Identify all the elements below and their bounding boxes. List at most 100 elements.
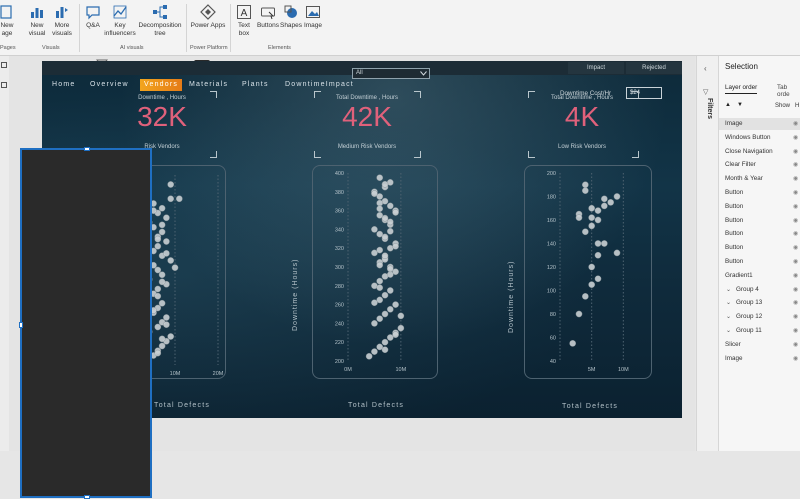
scatter-point[interactable] <box>154 266 162 274</box>
new-page-button[interactable]: New age <box>0 4 14 38</box>
layer-item[interactable]: Button ◉ <box>719 256 800 268</box>
scatter-point[interactable] <box>154 323 162 331</box>
scatter-point[interactable] <box>386 287 394 294</box>
scatter-point[interactable] <box>365 352 373 360</box>
visibility-eye-icon[interactable]: ◉ <box>793 258 798 265</box>
visibility-eye-icon[interactable]: ◉ <box>793 161 798 168</box>
collapse-arrow-icon[interactable]: ‹ <box>704 64 707 73</box>
layer-item[interactable]: Group 13 ⌄ ◉ <box>719 297 800 309</box>
nav-downtime-impact[interactable]: DowntimeImpact <box>285 79 354 91</box>
scatter-point[interactable] <box>167 333 175 340</box>
resize-handle[interactable] <box>84 147 90 151</box>
new-visual-button[interactable]: New visual <box>26 4 48 38</box>
layer-item[interactable]: Image ◉ <box>719 353 800 365</box>
scatter-point[interactable] <box>158 271 166 279</box>
scatter-point[interactable] <box>158 299 166 307</box>
scatter-point[interactable] <box>392 209 399 216</box>
scatter-point[interactable] <box>386 227 394 235</box>
visibility-eye-icon[interactable]: ◉ <box>793 175 798 182</box>
scatter-point[interactable] <box>158 342 166 350</box>
scatter-point[interactable] <box>575 310 583 318</box>
qa-button[interactable]: Q&A <box>84 4 102 30</box>
scatter-point[interactable] <box>582 181 589 189</box>
scatter-point[interactable] <box>381 291 389 299</box>
visibility-eye-icon[interactable]: ◉ <box>793 217 798 224</box>
layer-item[interactable]: Image ◉ <box>719 118 800 130</box>
move-up-icon[interactable]: ▲ <box>725 102 731 108</box>
scatter-point[interactable] <box>376 246 384 254</box>
scatter-point[interactable] <box>594 216 602 224</box>
key-influencers-button[interactable]: Key influencers <box>104 4 136 38</box>
scatter-point[interactable] <box>386 218 394 226</box>
layer-item[interactable]: Button ◉ <box>719 242 800 254</box>
more-visuals-button[interactable]: More visuals <box>50 4 74 38</box>
scatter-point[interactable] <box>376 315 384 322</box>
visibility-eye-icon[interactable]: ◉ <box>793 120 798 127</box>
scatter-point[interactable] <box>163 238 170 245</box>
scatter-point[interactable] <box>158 228 166 236</box>
scatter-point[interactable] <box>163 214 170 222</box>
scatter-point[interactable] <box>381 252 389 260</box>
selected-image-visual[interactable] <box>19 147 152 499</box>
scatter-point[interactable] <box>381 180 389 188</box>
impact-tab[interactable]: Impact <box>568 62 624 74</box>
slicer-dropdown[interactable]: All <box>352 68 430 79</box>
scatter-point[interactable] <box>376 174 384 182</box>
scatter-point[interactable] <box>386 265 394 273</box>
visibility-eye-icon[interactable]: ◉ <box>793 341 798 348</box>
data-view-icon[interactable] <box>1 82 7 88</box>
scatter-point[interactable] <box>582 187 589 194</box>
layer-item[interactable]: Gradient1 ◉ <box>719 270 800 282</box>
chevron-down-icon[interactable]: ⌄ <box>726 299 731 306</box>
chevron-down-icon[interactable]: ⌄ <box>726 313 731 320</box>
scatter-point[interactable] <box>376 199 384 207</box>
visibility-eye-icon[interactable]: ◉ <box>793 203 798 210</box>
scatter-point[interactable] <box>569 340 576 347</box>
scatter-point[interactable] <box>154 349 162 357</box>
rejected-tab[interactable]: Rejected <box>626 62 682 74</box>
nav-materials[interactable]: Materials <box>189 79 228 91</box>
scatter-point[interactable] <box>376 261 384 269</box>
scatter-point[interactable] <box>582 228 589 236</box>
scatter-point[interactable] <box>588 263 595 271</box>
layer-item[interactable]: Button ◉ <box>719 187 800 199</box>
chevron-down-icon[interactable]: ⌄ <box>726 327 731 334</box>
scatter-point[interactable] <box>386 305 394 313</box>
scatter-point[interactable] <box>607 199 614 206</box>
scatter-point[interactable] <box>163 321 170 328</box>
visibility-eye-icon[interactable]: ◉ <box>793 230 798 237</box>
visibility-eye-icon[interactable]: ◉ <box>793 355 798 362</box>
scatter-point[interactable] <box>167 181 175 188</box>
scatter-point[interactable] <box>158 221 166 229</box>
scatter-point[interactable] <box>154 242 162 250</box>
nav-vendors[interactable]: Vendors <box>140 79 183 91</box>
move-down-icon[interactable]: ▼ <box>737 102 743 108</box>
decomposition-tree-button[interactable]: Decomposition tree <box>138 4 182 38</box>
scatter-point[interactable] <box>588 281 595 288</box>
show-label[interactable]: Show <box>775 103 790 109</box>
scatter-point[interactable] <box>588 222 595 230</box>
layer-item[interactable]: Button ◉ <box>719 228 800 240</box>
layer-item[interactable]: Group 11 ⌄ ◉ <box>719 325 800 337</box>
scatter-point[interactable] <box>163 250 170 257</box>
layer-item[interactable]: Windows Button ◉ <box>719 132 800 144</box>
scatter-point[interactable] <box>376 284 384 291</box>
scatter-point[interactable] <box>158 278 166 286</box>
scatter-point[interactable] <box>371 226 378 233</box>
scatter-point[interactable] <box>594 275 602 283</box>
visibility-eye-icon[interactable]: ◉ <box>793 286 798 293</box>
scatter-point[interactable] <box>392 301 399 308</box>
layer-item[interactable]: Month & Year ◉ <box>719 173 800 185</box>
scatter-chart-low[interactable]: 40 60 80 100 120 140 160 180 200 5M 10M <box>524 165 652 379</box>
scatter-point[interactable] <box>588 204 595 212</box>
scatter-point[interactable] <box>154 292 162 300</box>
text-box-button[interactable]: A Text box <box>234 4 254 38</box>
scatter-chart-medium[interactable]: 200 220 240 260 280 300 320 340 360 380 400 0M 10M <box>312 165 438 379</box>
buttons-button[interactable]: Buttons <box>256 4 280 30</box>
report-view-icon[interactable] <box>1 62 7 68</box>
scatter-point[interactable] <box>381 346 389 354</box>
visibility-eye-icon[interactable]: ◉ <box>793 299 798 306</box>
visibility-eye-icon[interactable]: ◉ <box>793 272 798 279</box>
scatter-point[interactable] <box>601 195 608 203</box>
scatter-point[interactable] <box>386 202 394 210</box>
